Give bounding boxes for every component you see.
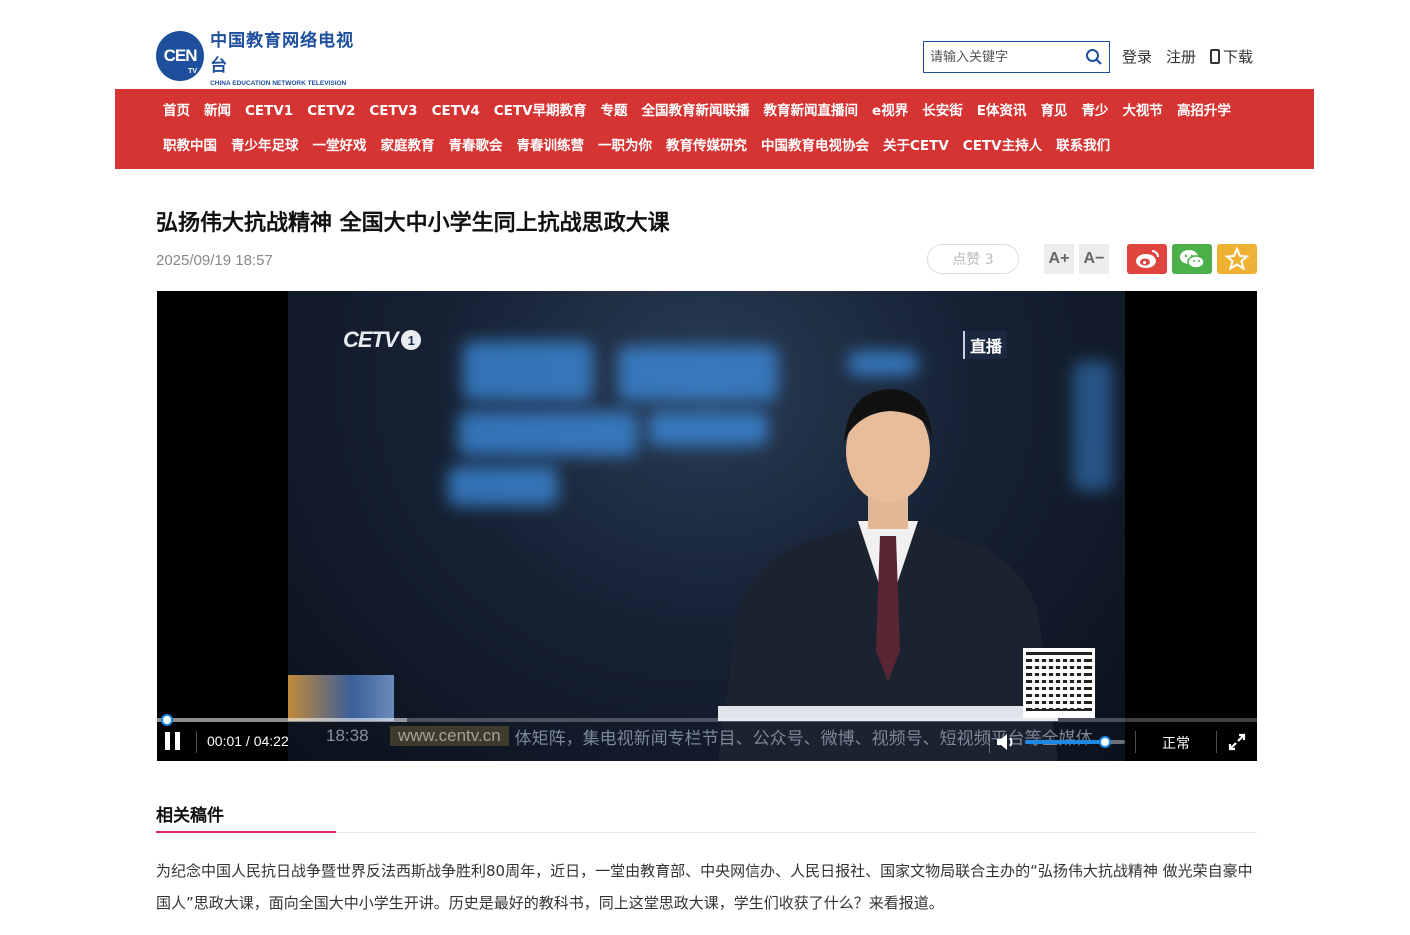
nav-item[interactable]: 青春歌会 (449, 138, 503, 154)
nav-item[interactable]: 职教中国 (163, 138, 217, 154)
pause-icon[interactable] (165, 732, 185, 752)
nav-item[interactable]: E体资讯 (977, 103, 1027, 119)
site-logo[interactable]: CEN TV 中国教育网络电视台 CHINA EDUCATION NETWORK… (156, 30, 366, 87)
nav-item[interactable]: 一堂好戏 (313, 138, 367, 154)
nav-item[interactable]: 专题 (601, 103, 628, 119)
font-decrease-button[interactable]: A− (1079, 244, 1109, 274)
video-player[interactable]: CETV 1 直播 18:38 www.centv.cn 体矩阵，集电视新闻专栏… (157, 291, 1257, 761)
nav-row-1: 首页 新闻 CETV1 CETV2 CETV3 CETV4 CETV早期教育 专… (163, 103, 1245, 119)
article-summary: 为纪念中国人民抗日战争暨世界反法西斯战争胜利80周年，近日，一堂由教育部、中央网… (156, 862, 1253, 912)
channel-logo: CETV 1 (343, 327, 421, 353)
nav-item[interactable]: 长安街 (922, 103, 963, 119)
article-date: 2025/09/19 18:57 (156, 252, 273, 269)
nav-item[interactable]: 联系我们 (1056, 138, 1110, 154)
login-link[interactable]: 登录 (1122, 46, 1152, 67)
share-weibo-button[interactable] (1127, 244, 1167, 274)
volume-slider[interactable] (1025, 736, 1125, 748)
nav-item[interactable]: 教育传媒研究 (666, 138, 747, 154)
weibo-icon (1136, 250, 1159, 268)
qr-code (1023, 648, 1095, 718)
nav-item[interactable]: 全国教育新闻联播 (642, 103, 750, 119)
video-frame: CETV 1 直播 18:38 www.centv.cn 体矩阵，集电视新闻专栏… (288, 291, 1125, 761)
font-increase-button[interactable]: A+ (1044, 244, 1074, 274)
star-icon (1225, 247, 1249, 271)
news-anchor-figure (718, 389, 1058, 761)
nav-item[interactable]: CETV4 (432, 103, 480, 119)
logo-tv: TV (188, 68, 198, 75)
logo-cn-name: 中国教育网络电视台 (210, 30, 355, 76)
nav-item[interactable]: 新闻 (204, 103, 231, 119)
player-controls: 00:01 / 04:22 正常 (157, 723, 1257, 761)
download-link[interactable]: 下载 (1210, 46, 1253, 67)
logo-emblem: CEN TV (156, 31, 205, 81)
channel-number: 1 (400, 330, 421, 350)
wechat-icon (1180, 250, 1205, 269)
nav-item[interactable]: 家庭教育 (381, 138, 435, 154)
register-link[interactable]: 注册 (1166, 46, 1196, 67)
nav-row-2: 职教中国 青少年足球 一堂好戏 家庭教育 青春歌会 青春训练营 一职为你 教育传… (163, 138, 1124, 154)
inset-thumbnail (288, 675, 394, 721)
volume-icon[interactable] (995, 732, 1017, 752)
logo-text: 中国教育网络电视台 CHINA EDUCATION NETWORK TELEVI… (210, 26, 366, 87)
progress-bar[interactable] (157, 714, 1257, 726)
nav-item[interactable]: 青春训练营 (517, 138, 585, 154)
search-input[interactable] (924, 43, 1074, 71)
nav-item[interactable]: CETV1 (245, 103, 293, 119)
main-nav: 首页 新闻 CETV1 CETV2 CETV3 CETV4 CETV早期教育 专… (115, 89, 1314, 169)
article-title: 弘扬伟大抗战精神 全国大中小学生同上抗战思政大课 (156, 211, 670, 236)
nav-item[interactable]: 关于CETV (883, 138, 949, 154)
related-heading-underline (156, 831, 336, 833)
nav-item[interactable]: CETV主持人 (963, 138, 1042, 154)
nav-item[interactable]: 青少年足球 (231, 138, 299, 154)
like-button[interactable]: 点赞 3 (927, 244, 1019, 274)
nav-item[interactable]: 教育新闻直播间 (764, 103, 859, 119)
volume-handle[interactable] (1099, 736, 1111, 748)
volume-fill (1025, 740, 1105, 744)
favorite-button[interactable] (1217, 244, 1257, 274)
nav-item[interactable]: 中国教育电视协会 (761, 138, 869, 154)
download-label: 下载 (1223, 48, 1254, 66)
nav-item[interactable]: 青少 (1081, 103, 1108, 119)
nav-item[interactable]: CETV2 (307, 103, 355, 119)
top-links: 登录 注册 下载 (1122, 46, 1253, 67)
nav-item[interactable]: 大视节 (1122, 103, 1163, 119)
related-heading: 相关稿件 (156, 806, 224, 826)
nav-item[interactable]: CETV3 (369, 103, 417, 119)
logo-abbr: CEN (163, 46, 198, 65)
fullscreen-icon[interactable] (1228, 733, 1246, 751)
nav-item[interactable]: 高招升学 (1177, 103, 1231, 119)
nav-item[interactable]: 育见 (1040, 103, 1067, 119)
time-display: 00:01 / 04:22 (207, 733, 289, 749)
share-wechat-button[interactable] (1172, 244, 1212, 274)
phone-icon (1210, 49, 1221, 64)
nav-item[interactable]: e视界 (872, 103, 908, 119)
progress-buffer (157, 718, 407, 722)
playback-speed-button[interactable]: 正常 (1162, 733, 1190, 753)
channel-logo-text: CETV (343, 327, 399, 352)
nav-item[interactable]: 首页 (163, 103, 190, 119)
logo-en-name: CHINA EDUCATION NETWORK TELEVISION (210, 79, 347, 87)
search-box (923, 41, 1110, 73)
nav-item[interactable]: CETV早期教育 (494, 103, 587, 119)
search-icon[interactable] (1085, 48, 1103, 66)
nav-item[interactable]: 一职为你 (598, 138, 652, 154)
